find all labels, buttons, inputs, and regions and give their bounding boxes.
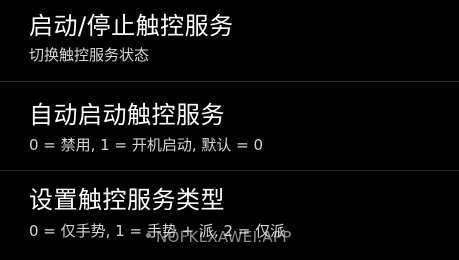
- auto-start-touch-service-item[interactable]: 自动启动触控服务 0 = 禁用, 1 = 开机启动, 默认 = 0: [0, 82, 459, 170]
- settings-list: 启动/停止触控服务 切换触控服务状态 自动启动触控服务 0 = 禁用, 1 = …: [0, 0, 459, 260]
- toggle-touch-service-summary: 切换触控服务状态: [29, 46, 150, 64]
- watermark-dot-icon: [146, 233, 151, 238]
- touch-service-type-item[interactable]: 设置触控服务类型 0 = 仅手势, 1 = 手势 + 派, 2 = 仅派: [0, 171, 459, 260]
- watermark: NOFKLXAWEI.APP: [146, 228, 292, 246]
- touch-service-type-title: 设置触控服务类型: [29, 186, 225, 214]
- watermark-text: NOFKLXAWEI.APP: [156, 228, 292, 246]
- toggle-touch-service-item[interactable]: 启动/停止触控服务 切换触控服务状态: [0, 0, 459, 81]
- toggle-touch-service-title: 启动/停止触控服务: [29, 12, 234, 40]
- auto-start-touch-service-title: 自动启动触控服务: [29, 101, 225, 129]
- auto-start-touch-service-summary: 0 = 禁用, 1 = 开机启动, 默认 = 0: [29, 136, 264, 154]
